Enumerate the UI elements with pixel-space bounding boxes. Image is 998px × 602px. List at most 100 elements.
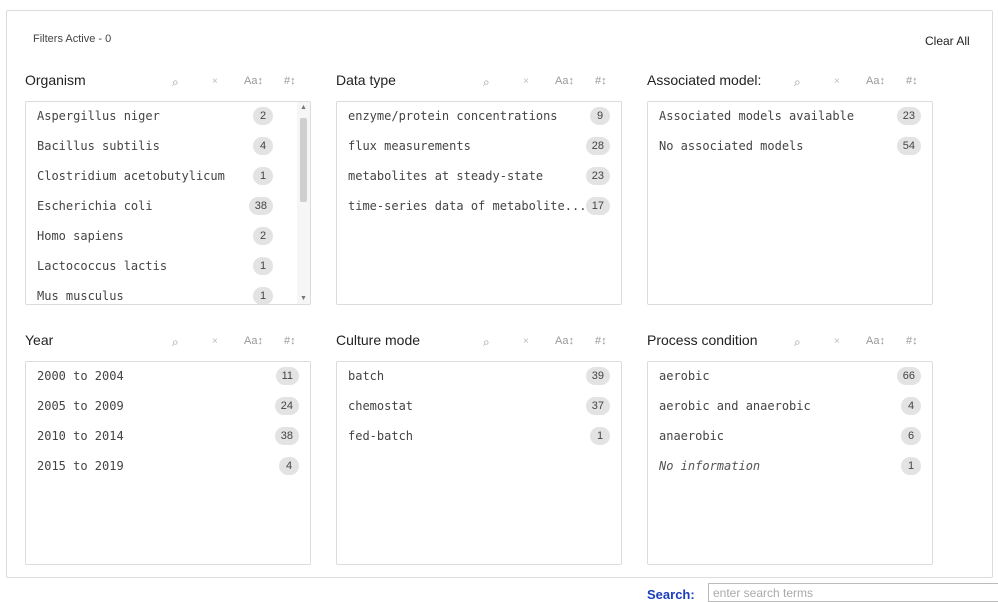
close-icon[interactable]: × — [834, 336, 840, 347]
facet-item-label: flux measurements — [348, 139, 471, 153]
facet-item-label: No associated models — [659, 139, 804, 153]
facet-item[interactable]: batch 39 — [348, 367, 610, 387]
facet-item-label: Mus musculus — [37, 289, 124, 303]
chevron-down-icon[interactable]: ▼ — [299, 295, 308, 302]
facet-list: batch 39 chemostat 37 fed-batch 1 — [336, 361, 622, 565]
facet-item-label: Homo sapiens — [37, 229, 124, 243]
close-icon[interactable]: × — [523, 336, 529, 347]
count-badge: 1 — [253, 287, 273, 304]
close-icon[interactable]: × — [834, 76, 840, 87]
facet-title: Data type — [336, 72, 396, 88]
facet-list: Aspergillus niger 2 Bacillus subtilis 4 Clos… — [25, 101, 311, 305]
facet-item[interactable]: 2005 to 2009 24 — [37, 397, 299, 417]
facet-header: Year ⌕ × Aa↕ #↕ — [25, 332, 315, 352]
facet-item[interactable]: Homo sapiens 2 — [37, 227, 273, 247]
count-badge: 2 — [253, 107, 273, 125]
facet-item[interactable]: Mus musculus 1 — [37, 287, 273, 304]
sort-alpha-icon[interactable]: Aa↕ — [244, 75, 263, 87]
facet-header: Culture mode ⌕ × Aa↕ #↕ — [336, 332, 626, 352]
count-badge: 38 — [274, 427, 299, 445]
facet-item-label: chemostat — [348, 399, 414, 413]
facet-item-label: aerobic — [659, 369, 710, 383]
sort-alpha-icon[interactable]: Aa↕ — [555, 75, 574, 87]
facet-title: Year — [25, 332, 54, 348]
facet-item-label: 2010 to 2014 — [37, 429, 124, 443]
facet-list: Associated models available 23 No associat… — [647, 101, 933, 305]
facet-item-label: No information — [659, 459, 761, 473]
facet-list: aerobic 66 aerobic and anaerobic 4 anaerobic… — [647, 361, 933, 565]
facet-title: Process condition — [647, 332, 758, 348]
facet-item[interactable]: 2010 to 2014 38 — [37, 427, 299, 447]
search-icon[interactable]: ⌕ — [172, 335, 179, 350]
count-badge: 1 — [901, 457, 921, 475]
facet-item-label: 2005 to 2009 — [37, 399, 124, 413]
facet-item-label: Associated models available — [659, 109, 855, 123]
search-icon[interactable]: ⌕ — [483, 335, 490, 350]
count-badge: 23 — [585, 167, 610, 185]
count-badge: 4 — [901, 397, 921, 415]
facet-item[interactable]: Associated models available 23 — [659, 107, 921, 127]
clear-all-button[interactable]: Clear All — [925, 34, 970, 48]
facet-item[interactable]: No associated models 54 — [659, 137, 921, 157]
facet-item[interactable]: No information 1 — [659, 457, 921, 477]
count-badge: 54 — [896, 137, 921, 155]
count-badge: 9 — [590, 107, 610, 125]
count-badge: 28 — [585, 137, 610, 155]
chevron-up-icon[interactable]: ▲ — [299, 104, 308, 111]
close-icon[interactable]: × — [212, 76, 218, 87]
sort-count-icon[interactable]: #↕ — [284, 335, 296, 347]
search-icon[interactable]: ⌕ — [483, 75, 490, 90]
sort-alpha-icon[interactable]: Aa↕ — [866, 335, 885, 347]
facet-item[interactable]: Bacillus subtilis 4 — [37, 137, 273, 157]
count-badge: 1 — [590, 427, 610, 445]
facet-item[interactable]: flux measurements 28 — [348, 137, 610, 157]
scrollbar[interactable]: ▲ ▼ — [297, 102, 310, 304]
facet-item-label: batch — [348, 369, 385, 383]
facet-title: Culture mode — [336, 332, 421, 348]
facet-item[interactable]: anaerobic 6 — [659, 427, 921, 447]
sort-count-icon[interactable]: #↕ — [595, 75, 607, 87]
facet-item[interactable]: Escherichia coli 38 — [37, 197, 273, 217]
facet-title: Organism — [25, 72, 86, 88]
facet-item-label: fed-batch — [348, 429, 414, 443]
facet-item[interactable]: aerobic 66 — [659, 367, 921, 387]
facet-item[interactable]: Lactococcus lactis 1 — [37, 257, 273, 277]
sort-alpha-icon[interactable]: Aa↕ — [244, 335, 263, 347]
search-input[interactable] — [708, 583, 998, 602]
facet-item-label: time-series data of metabolite... — [348, 199, 587, 213]
count-badge: 4 — [253, 137, 273, 155]
facet-list: 2000 to 2004 11 2005 to 2009 24 2010 to 2014… — [25, 361, 311, 565]
facet-item-label: enzyme/protein concentrations — [348, 109, 558, 123]
count-badge: 24 — [274, 397, 299, 415]
facet-item-label: 2000 to 2004 — [37, 369, 124, 383]
sort-count-icon[interactable]: #↕ — [906, 75, 918, 87]
facet-item[interactable]: aerobic and anaerobic 4 — [659, 397, 921, 417]
count-badge: 66 — [896, 367, 921, 385]
sort-alpha-icon[interactable]: Aa↕ — [866, 75, 885, 87]
sort-alpha-icon[interactable]: Aa↕ — [555, 335, 574, 347]
facet-item[interactable]: time-series data of metabolite... 17 — [348, 197, 610, 217]
facet-item[interactable]: 2015 to 2019 4 — [37, 457, 299, 477]
scroll-thumb[interactable] — [300, 118, 307, 202]
facet-item[interactable]: fed-batch 1 — [348, 427, 610, 447]
search-icon[interactable]: ⌕ — [172, 75, 179, 90]
sort-count-icon[interactable]: #↕ — [595, 335, 607, 347]
facet-item[interactable]: 2000 to 2004 11 — [37, 367, 299, 387]
facet-item[interactable]: chemostat 37 — [348, 397, 610, 417]
facet-item[interactable]: enzyme/protein concentrations 9 — [348, 107, 610, 127]
facet-item[interactable]: Clostridium acetobutylicum 1 — [37, 167, 273, 187]
count-badge: 1 — [253, 167, 273, 185]
close-icon[interactable]: × — [212, 336, 218, 347]
search-icon[interactable]: ⌕ — [794, 335, 801, 350]
search-label: Search: — [647, 587, 695, 602]
facet-item[interactable]: metabolites at steady-state 23 — [348, 167, 610, 187]
close-icon[interactable]: × — [523, 76, 529, 87]
sort-count-icon[interactable]: #↕ — [906, 335, 918, 347]
sort-count-icon[interactable]: #↕ — [284, 75, 296, 87]
count-badge: 39 — [585, 367, 610, 385]
search-icon[interactable]: ⌕ — [794, 75, 801, 90]
filters-active-label: Filters Active - 0 — [33, 33, 112, 45]
facet-item-label: Lactococcus lactis — [37, 259, 168, 273]
facet-header: Associated model: ⌕ × Aa↕ #↕ — [647, 72, 937, 92]
facet-item[interactable]: Aspergillus niger 2 — [37, 107, 273, 127]
